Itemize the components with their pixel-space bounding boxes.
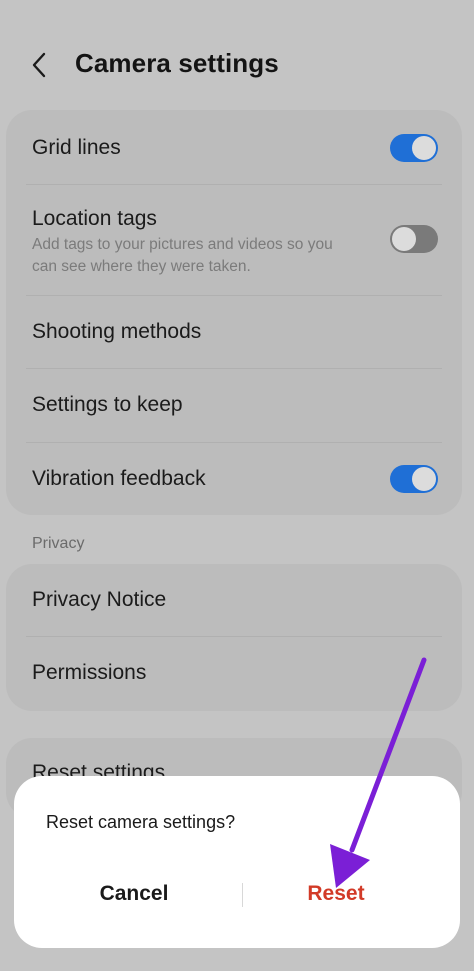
privacy-card: Privacy Notice Permissions	[6, 564, 462, 711]
vibration-feedback-toggle[interactable]	[390, 465, 438, 493]
permissions-label: Permissions	[32, 661, 147, 684]
settings-to-keep-label: Settings to keep	[32, 393, 183, 416]
location-tags-description: Add tags to your pictures and videos so …	[32, 236, 333, 275]
cancel-button[interactable]: Cancel	[34, 868, 234, 920]
location-tags-row[interactable]: Location tags Add tags to your pictures …	[6, 185, 462, 295]
privacy-notice-label: Privacy Notice	[32, 588, 167, 611]
reset-confirm-dialog: Reset camera settings? Cancel Reset	[14, 776, 460, 948]
page-title: Camera settings	[75, 48, 279, 78]
dialog-message: Reset camera settings?	[46, 812, 236, 832]
vibration-feedback-label: Vibration feedback	[32, 467, 206, 490]
camera-settings-screen: Camera settings Grid lines Location tags…	[0, 0, 474, 971]
back-button[interactable]	[24, 44, 60, 86]
shooting-methods-row[interactable]: Shooting methods	[6, 296, 462, 368]
reset-button[interactable]: Reset	[236, 868, 436, 920]
toggle-knob	[412, 467, 436, 491]
vibration-feedback-row[interactable]: Vibration feedback	[6, 443, 462, 515]
toggle-knob	[392, 227, 416, 251]
shooting-methods-label: Shooting methods	[32, 320, 202, 343]
permissions-row[interactable]: Permissions	[6, 637, 462, 711]
location-tags-label: Location tags	[32, 207, 157, 230]
grid-lines-label: Grid lines	[32, 136, 121, 159]
privacy-notice-row[interactable]: Privacy Notice	[6, 564, 462, 636]
privacy-section-label: Privacy	[32, 535, 85, 552]
location-tags-toggle[interactable]	[390, 225, 438, 253]
toggle-knob	[412, 136, 436, 160]
chevron-left-icon	[32, 52, 46, 78]
app-bar: Camera settings	[0, 30, 474, 100]
settings-to-keep-row[interactable]: Settings to keep	[6, 369, 462, 442]
camera-settings-card: Grid lines Location tags Add tags to you…	[6, 110, 462, 515]
grid-lines-row[interactable]: Grid lines	[6, 110, 462, 184]
grid-lines-toggle[interactable]	[390, 134, 438, 162]
